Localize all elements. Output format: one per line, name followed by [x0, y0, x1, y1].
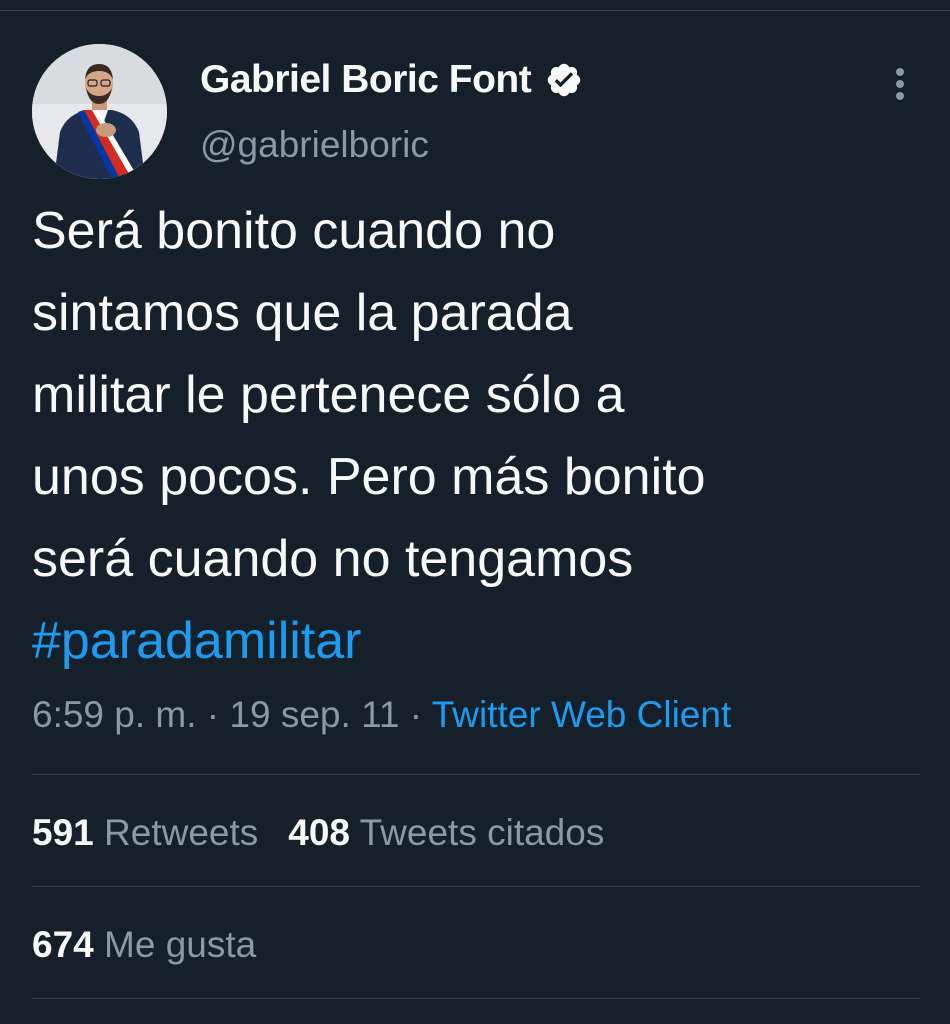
hashtag-link[interactable]: #paradamilitar [32, 600, 912, 682]
author-name-row[interactable]: Gabriel Boric Font [200, 58, 583, 102]
divider [32, 998, 920, 999]
stats-row-retweets: 591 Retweets 408 Tweets citados [32, 812, 634, 854]
tweet-time[interactable]: 6:59 p. m. [32, 694, 197, 735]
retweets-count: 591 [32, 812, 94, 853]
tweet-meta: 6:59 p. m. · 19 sep. 11 · Twitter Web Cl… [32, 694, 731, 736]
tweet-source-link[interactable]: Twitter Web Client [432, 694, 732, 735]
avatar-image [32, 44, 167, 179]
tweet-date[interactable]: 19 sep. 11 [229, 694, 399, 735]
stats-row-likes: 674 Me gusta [32, 924, 286, 966]
divider [32, 886, 920, 887]
likes-count: 674 [32, 924, 94, 965]
author-display-name[interactable]: Gabriel Boric Font [200, 58, 532, 102]
tweet-text-line: sintamos que la parada [32, 284, 573, 342]
retweets-stat[interactable]: 591 Retweets [32, 812, 258, 853]
tweet-text-line: unos pocos. Pero más bonito [32, 448, 706, 506]
more-vertical-icon[interactable] [886, 64, 914, 104]
tweet-text: Será bonito cuando no sintamos que la pa… [32, 190, 912, 682]
likes-label: Me gusta [104, 924, 257, 965]
author-handle[interactable]: @gabrielboric [200, 124, 429, 166]
quote-tweets-label: Tweets citados [359, 812, 605, 853]
tweet-text-line: Será bonito cuando no [32, 202, 556, 260]
meta-separator: · [399, 694, 432, 735]
verified-badge-icon [547, 63, 581, 97]
quote-tweets-count: 408 [288, 812, 350, 853]
avatar[interactable] [32, 44, 167, 179]
likes-stat[interactable]: 674 Me gusta [32, 924, 256, 965]
quote-tweets-stat[interactable]: 408 Tweets citados [288, 812, 604, 853]
retweets-label: Retweets [104, 812, 259, 853]
meta-separator: · [196, 694, 230, 735]
top-divider [0, 10, 950, 11]
tweet-text-line: será cuando no tengamos [32, 530, 634, 588]
divider [32, 774, 920, 775]
tweet-text-line: militar le pertenece sólo a [32, 366, 625, 424]
